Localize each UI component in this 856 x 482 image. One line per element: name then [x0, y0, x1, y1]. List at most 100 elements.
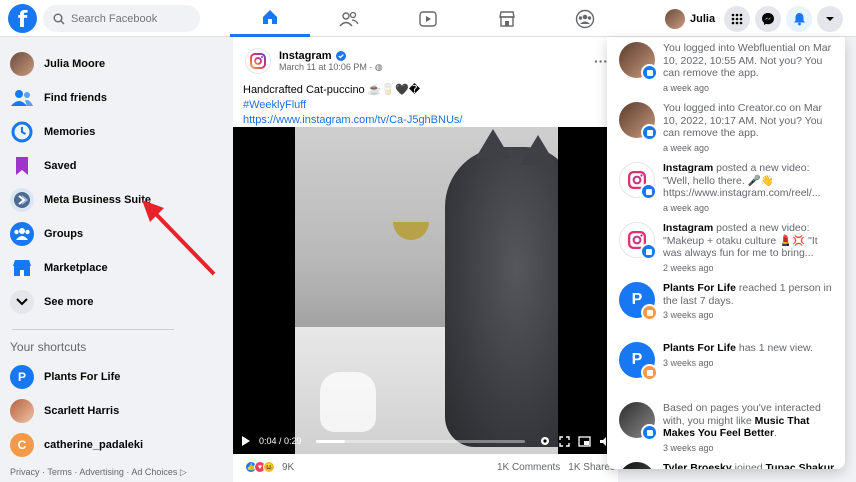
flag-badge-icon — [641, 304, 658, 321]
reaction-icons[interactable]: 👍 ♥ 😆 — [245, 461, 275, 473]
notification-item[interactable]: P Plants For Life reached 1 person in the… — [607, 277, 845, 337]
account-menu-button[interactable] — [817, 6, 843, 32]
business-suite-icon — [10, 188, 34, 212]
post-caption: Handcrafted Cat-puccino ☕🥛🖤� — [243, 84, 421, 96]
post-author-name[interactable]: Instagram — [279, 50, 332, 62]
nav-tab-groups[interactable] — [545, 0, 625, 37]
notification-message: You logged into Webfluential on Mar 10, … — [663, 42, 832, 79]
comment-count[interactable]: 1K Comments — [497, 462, 560, 473]
more-options-icon[interactable]: ··· — [594, 53, 608, 69]
notification-subject: Plants For Life — [663, 282, 736, 294]
video-controls: 0:04 / 0:29 — [233, 428, 618, 454]
avatar — [10, 52, 34, 76]
flag-badge-icon — [641, 364, 658, 381]
sidebar-item-label: Meta Business Suite — [44, 194, 151, 206]
video-frame — [295, 127, 558, 454]
messenger-icon — [762, 13, 774, 25]
video-time: 0:04 / 0:29 — [259, 436, 302, 446]
video-progress-fill — [315, 439, 345, 443]
post-url-link[interactable]: https://www.instagram.com/tv/Ca-J5ghBNUs… — [243, 113, 608, 128]
search-input[interactable] — [71, 12, 191, 25]
post-timestamp[interactable]: March 11 at 10:06 PM · — [279, 62, 375, 72]
notification-time: 3 weeks ago — [663, 310, 714, 320]
nav-tab-friends[interactable] — [309, 0, 389, 37]
notification-time: a week ago — [663, 202, 710, 213]
shortcut-item-plants-for-life[interactable]: P Plants For Life — [8, 360, 214, 394]
notification-subject: Tyler Broesky — [663, 462, 732, 469]
sidebar-item-profile[interactable]: Julia Moore — [8, 47, 214, 81]
avatar — [619, 42, 658, 81]
groups-badge-icon — [641, 424, 658, 441]
notification-message: joined — [731, 462, 766, 469]
sidebar-divider — [12, 329, 174, 330]
friends-icon — [339, 11, 359, 26]
sidebar-item-saved[interactable]: Saved — [8, 149, 214, 183]
notification-time: a week ago — [663, 82, 710, 93]
notification-item[interactable]: P Plants For Life has 1 new view. 3 weeks … — [607, 337, 845, 397]
shortcut-item-catherine-padaleki[interactable]: C catherine_padaleki — [8, 428, 214, 462]
play-icon[interactable] — [241, 435, 251, 447]
haha-reaction-icon: 😆 — [263, 461, 275, 473]
sidebar-item-label: Marketplace — [44, 262, 108, 274]
notification-item[interactable]: Instagram posted a new video: "Well, hel… — [607, 157, 845, 217]
notification-item[interactable]: You logged into Webfluential on Mar 10, … — [607, 37, 845, 97]
avatar: P — [619, 282, 658, 321]
shield-badge-icon — [641, 124, 658, 141]
notification-text: Plants For Life reached 1 person in the … — [663, 282, 839, 337]
footer-links[interactable]: Privacy · Terms · Advertising · Ad Choic… — [10, 467, 187, 478]
fullscreen-icon[interactable] — [559, 435, 570, 447]
pip-icon[interactable] — [578, 435, 591, 447]
sidebar-item-label: Groups — [44, 228, 84, 240]
search-icon — [53, 13, 65, 24]
nav-tab-home[interactable] — [230, 0, 310, 37]
sidebar-item-memories[interactable]: Memories — [8, 115, 214, 149]
notification-item[interactable]: You logged into Creator.co on Mar 10, 20… — [607, 97, 845, 157]
notification-subject: Instagram — [663, 162, 714, 174]
video-player[interactable]: 0:04 / 0:29 — [233, 127, 618, 454]
profile-chip[interactable]: Julia — [665, 6, 715, 31]
sidebar-item-find-friends[interactable]: Find friends — [8, 81, 214, 115]
menu-button[interactable] — [724, 6, 750, 32]
search-box[interactable] — [43, 5, 200, 32]
video-cup — [320, 372, 376, 432]
instagram-logo-icon[interactable] — [245, 48, 271, 74]
video-badge-icon — [640, 183, 657, 200]
post-body: Handcrafted Cat-puccino ☕🥛🖤� #WeeklyFluf… — [233, 77, 618, 128]
bookmark-icon — [10, 154, 34, 178]
groups-icon — [575, 9, 595, 28]
caret-down-icon — [826, 17, 834, 21]
notifications-panel: You logged into Webfluential on Mar 10, … — [607, 37, 845, 469]
notification-item[interactable]: Tyler Broesky joined Tupac Shakur Quotes — [607, 457, 845, 469]
post-stats: 👍 ♥ 😆 9K 1K Comments 1K Shares — [245, 461, 615, 473]
notification-text: You logged into Webfluential on Mar 10, … — [663, 42, 839, 97]
notification-item[interactable]: Based on pages you've interacted with, y… — [607, 397, 845, 457]
notification-text: Based on pages you've interacted with, y… — [663, 402, 839, 457]
sidebar-item-label: Find friends — [44, 92, 107, 104]
shortcut-label: Plants For Life — [44, 371, 121, 383]
top-navigation-bar: f Julia — [0, 0, 856, 37]
sidebar-item-see-more[interactable]: See more — [8, 285, 214, 319]
groups-icon — [10, 222, 34, 246]
reaction-count[interactable]: 9K — [282, 462, 294, 473]
avatar — [619, 402, 658, 441]
notification-message: You logged into Creator.co on Mar 10, 20… — [663, 102, 823, 139]
video-bowl — [393, 222, 429, 240]
avatar — [619, 462, 655, 469]
avatar — [665, 8, 685, 29]
page-avatar: P — [10, 365, 34, 389]
avatar — [10, 399, 34, 423]
avatar — [619, 102, 658, 141]
hashtag-link[interactable]: #WeeklyFluff — [243, 98, 608, 113]
settings-gear-icon[interactable] — [539, 435, 551, 447]
marketplace-icon — [10, 256, 34, 280]
shortcut-item-scarlett-harris[interactable]: Scarlett Harris — [8, 394, 214, 428]
facebook-logo-icon[interactable]: f — [8, 4, 37, 33]
nav-tab-watch[interactable] — [388, 0, 468, 37]
sidebar-item-label: See more — [44, 296, 94, 308]
video-progress-bar[interactable] — [315, 439, 525, 443]
notification-item[interactable]: Instagram posted a new video: "Makeup + … — [607, 217, 845, 277]
notifications-button[interactable] — [786, 6, 812, 32]
nav-tab-marketplace[interactable] — [467, 0, 547, 37]
messenger-button[interactable] — [755, 6, 781, 32]
verified-icon — [335, 50, 346, 61]
